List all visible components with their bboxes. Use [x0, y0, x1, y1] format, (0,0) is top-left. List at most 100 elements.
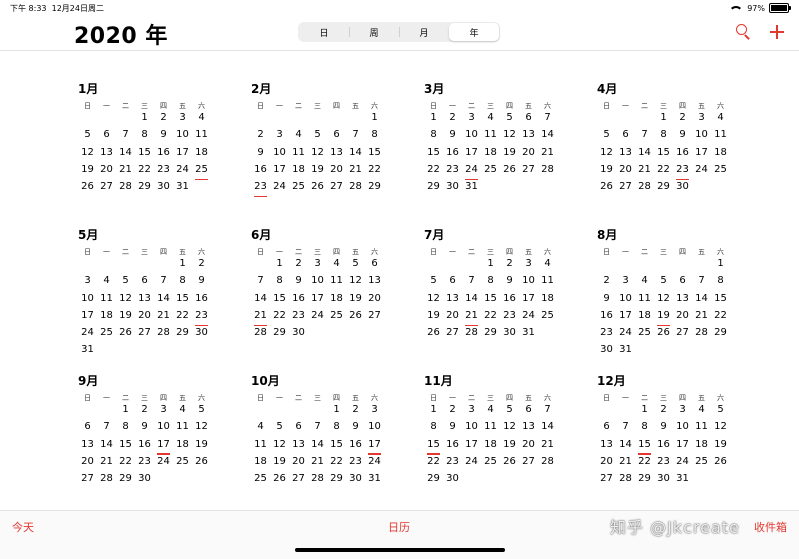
day-cell[interactable]: 28: [692, 327, 711, 344]
day-cell[interactable]: 26: [711, 456, 730, 473]
day-cell[interactable]: 29: [365, 181, 384, 198]
day-cell[interactable]: 30: [443, 181, 462, 198]
day-cell[interactable]: 11: [97, 293, 116, 310]
day-cell[interactable]: 27: [135, 327, 154, 344]
day-cell[interactable]: 30: [654, 473, 673, 490]
day-cell[interactable]: 18: [173, 439, 192, 456]
day-cell[interactable]: 1: [135, 112, 154, 129]
day-cell[interactable]: 8: [270, 275, 289, 292]
day-cell[interactable]: 21: [154, 310, 173, 327]
day-cell[interactable]: 6: [443, 275, 462, 292]
day-cell[interactable]: 22: [270, 310, 289, 327]
day-cell[interactable]: 5: [308, 129, 327, 146]
day-cell[interactable]: 9: [443, 421, 462, 438]
day-cell[interactable]: 15: [327, 439, 346, 456]
day-cell[interactable]: 8: [173, 275, 192, 292]
day-cell[interactable]: 24: [154, 456, 173, 473]
day-cell[interactable]: 14: [97, 439, 116, 456]
day-cell[interactable]: 24: [308, 310, 327, 327]
day-cell[interactable]: 26: [346, 310, 365, 327]
day-cell[interactable]: 31: [616, 344, 635, 361]
day-cell[interactable]: 30: [673, 181, 692, 198]
day-cell[interactable]: 11: [251, 439, 270, 456]
day-cell[interactable]: 5: [116, 275, 135, 292]
day-cell[interactable]: 2: [443, 404, 462, 421]
day-cell[interactable]: 26: [308, 181, 327, 198]
day-cell[interactable]: 10: [308, 275, 327, 292]
day-cell[interactable]: 30: [192, 327, 211, 344]
day-cell[interactable]: 3: [78, 275, 97, 292]
day-cell[interactable]: 19: [270, 456, 289, 473]
day-cell[interactable]: 29: [327, 473, 346, 490]
day-cell[interactable]: 12: [308, 147, 327, 164]
day-cell[interactable]: 21: [538, 439, 557, 456]
day-cell[interactable]: 27: [365, 310, 384, 327]
day-cell[interactable]: 10: [519, 275, 538, 292]
day-cell[interactable]: 9: [443, 129, 462, 146]
day-cell[interactable]: 25: [481, 456, 500, 473]
day-cell[interactable]: 17: [519, 293, 538, 310]
day-cell[interactable]: 12: [192, 421, 211, 438]
day-cell[interactable]: 14: [116, 147, 135, 164]
day-cell[interactable]: 22: [327, 456, 346, 473]
day-cell[interactable]: 17: [462, 439, 481, 456]
day-cell[interactable]: 1: [173, 258, 192, 275]
day-cell[interactable]: 1: [635, 404, 654, 421]
day-cell[interactable]: 28: [538, 164, 557, 181]
day-cell[interactable]: 31: [673, 473, 692, 490]
day-cell[interactable]: 12: [424, 293, 443, 310]
day-cell[interactable]: 6: [78, 421, 97, 438]
day-cell[interactable]: 18: [192, 147, 211, 164]
day-cell[interactable]: 4: [538, 258, 557, 275]
day-cell[interactable]: 26: [424, 327, 443, 344]
day-cell[interactable]: 1: [711, 258, 730, 275]
day-cell[interactable]: 29: [270, 327, 289, 344]
day-cell[interactable]: 5: [500, 404, 519, 421]
day-cell[interactable]: 11: [692, 421, 711, 438]
day-cell[interactable]: 10: [616, 293, 635, 310]
day-cell[interactable]: 9: [500, 275, 519, 292]
day-cell[interactable]: 4: [635, 275, 654, 292]
segment-day[interactable]: 日: [299, 23, 349, 41]
day-cell[interactable]: 1: [481, 258, 500, 275]
day-cell[interactable]: 21: [462, 310, 481, 327]
day-cell[interactable]: 15: [135, 147, 154, 164]
day-cell[interactable]: 23: [346, 456, 365, 473]
day-cell[interactable]: 5: [78, 129, 97, 146]
day-cell[interactable]: 9: [654, 421, 673, 438]
day-cell[interactable]: 22: [424, 456, 443, 473]
day-cell[interactable]: 3: [616, 275, 635, 292]
day-cell[interactable]: 14: [538, 129, 557, 146]
month-7[interactable]: 7月日一二三四五六 1 2 3 4 5 6 7 8 9 10 11 12 13 14 15 16 17 18 19 20…: [424, 226, 574, 344]
day-cell[interactable]: 23: [251, 181, 270, 198]
day-cell[interactable]: 15: [654, 147, 673, 164]
day-cell[interactable]: 28: [308, 473, 327, 490]
day-cell[interactable]: 31: [78, 344, 97, 361]
day-cell[interactable]: 6: [327, 129, 346, 146]
day-cell[interactable]: 6: [135, 275, 154, 292]
day-cell[interactable]: 21: [116, 164, 135, 181]
day-cell[interactable]: 27: [673, 327, 692, 344]
day-cell[interactable]: 17: [616, 310, 635, 327]
day-cell[interactable]: 29: [424, 181, 443, 198]
day-cell[interactable]: 26: [597, 181, 616, 198]
month-4[interactable]: 4月日一二三四五六 1 2 3 4 5 6 7 8 9 10 11 12 13 14 15 16 17 18 19 20…: [597, 80, 747, 198]
month-12[interactable]: 12月日一二三四五六 1 2 3 4 5 6 7 8 9 10 11 12 13 14 15 16 17 18 19 2…: [597, 372, 747, 490]
day-cell[interactable]: 6: [97, 129, 116, 146]
day-cell[interactable]: 10: [154, 421, 173, 438]
day-cell[interactable]: 21: [692, 310, 711, 327]
day-cell[interactable]: 8: [424, 421, 443, 438]
day-cell[interactable]: 27: [97, 181, 116, 198]
day-cell[interactable]: 18: [97, 310, 116, 327]
day-cell[interactable]: 24: [173, 164, 192, 181]
day-cell[interactable]: 1: [327, 404, 346, 421]
day-cell[interactable]: 1: [270, 258, 289, 275]
day-cell[interactable]: 8: [711, 275, 730, 292]
day-cell[interactable]: 28: [251, 327, 270, 344]
day-cell[interactable]: 2: [443, 112, 462, 129]
day-cell[interactable]: 11: [711, 129, 730, 146]
day-cell[interactable]: 23: [289, 310, 308, 327]
day-cell[interactable]: 29: [116, 473, 135, 490]
day-cell[interactable]: 26: [654, 327, 673, 344]
day-cell[interactable]: 21: [251, 310, 270, 327]
